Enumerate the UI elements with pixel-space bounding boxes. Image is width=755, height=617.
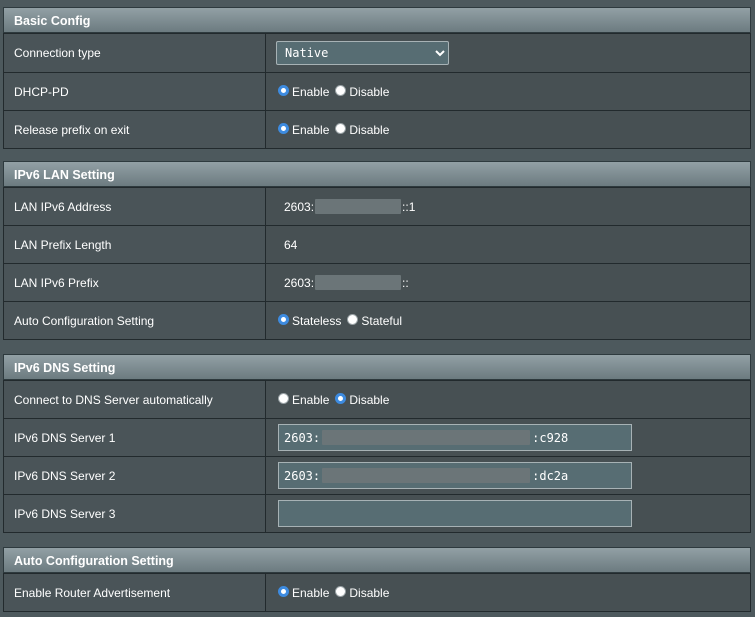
connection-type-select[interactable]: Native — [276, 41, 449, 65]
auto-configuration-row: Auto Configuration Setting Stateless Sta… — [3, 301, 751, 340]
dhcp-pd-label: DHCP-PD — [3, 72, 266, 111]
router-advertisement-radio-group: Enable Disable — [278, 586, 750, 600]
dhcp-pd-enable-label[interactable]: Enable — [292, 85, 329, 99]
connection-type-row: Connection type Native — [3, 33, 751, 73]
dns-server-2-row: IPv6 DNS Server 2 2603: :dc2a — [3, 456, 751, 495]
auto-configuration-header: Auto Configuration Setting — [3, 547, 751, 573]
dns-server-2-label: IPv6 DNS Server 2 — [3, 456, 266, 495]
lan-ipv6-address-prefix: 2603: — [284, 199, 315, 214]
lan-ipv6-prefix-value: 2603: :: — [278, 275, 750, 290]
dns-server-1-label: IPv6 DNS Server 1 — [3, 418, 266, 457]
router-advertisement-label: Enable Router Advertisement — [3, 573, 266, 612]
dns-server-1-row: IPv6 DNS Server 1 2603: :c928 — [3, 418, 751, 457]
basic-config-table: Connection type Native DHCP-PD Enable Di… — [3, 33, 751, 149]
auto-configuration-radio-group: Stateless Stateful — [278, 314, 750, 328]
release-prefix-enable-radio[interactable] — [278, 123, 289, 134]
dns-auto-row: Connect to DNS Server automatically Enab… — [3, 380, 751, 419]
lan-prefix-length-label: LAN Prefix Length — [3, 225, 266, 264]
release-prefix-cell: Enable Disable — [265, 110, 751, 149]
release-prefix-row: Release prefix on exit Enable Disable — [3, 110, 751, 149]
lan-ipv6-prefix-start: 2603: — [284, 275, 315, 290]
redacted-mask — [315, 275, 402, 290]
dns-server-1-cell: 2603: :c928 — [265, 418, 751, 457]
router-adv-enable-label[interactable]: Enable — [292, 586, 329, 600]
ipv6-lan-header: IPv6 LAN Setting — [3, 161, 751, 187]
lan-ipv6-prefix-cell: 2603: :: — [265, 263, 751, 302]
redacted-mask — [315, 199, 402, 214]
dns-auto-disable-radio[interactable] — [335, 393, 347, 404]
dhcp-pd-row: DHCP-PD Enable Disable — [3, 72, 751, 111]
basic-config-section: Basic Config Connection type Native DHCP… — [3, 7, 751, 149]
lan-prefix-length-row: LAN Prefix Length 64 — [3, 225, 751, 264]
dns-auto-enable-radio[interactable] — [278, 393, 289, 404]
dhcp-pd-disable-label[interactable]: Disable — [349, 85, 389, 99]
lan-ipv6-address-suffix: ::1 — [402, 199, 416, 214]
basic-config-header: Basic Config — [3, 7, 751, 33]
ipv6-dns-header: IPv6 DNS Setting — [3, 354, 751, 380]
release-prefix-disable-radio[interactable] — [335, 123, 347, 134]
dns-auto-radio-group: Enable Disable — [278, 393, 750, 407]
stateful-radio[interactable] — [347, 314, 359, 325]
dhcp-pd-cell: Enable Disable — [265, 72, 751, 111]
dns-server-2-input[interactable]: 2603: :dc2a — [278, 462, 632, 489]
lan-ipv6-prefix-row: LAN IPv6 Prefix 2603: :: — [3, 263, 751, 302]
auto-configuration-section: Auto Configuration Setting Enable Router… — [3, 547, 751, 612]
dns-server-2-cell: 2603: :dc2a — [265, 456, 751, 495]
lan-ipv6-address-cell: 2603: ::1 — [265, 187, 751, 226]
stateful-label[interactable]: Stateful — [361, 314, 402, 328]
release-prefix-enable-label[interactable]: Enable — [292, 123, 329, 137]
dhcp-pd-disable-radio[interactable] — [335, 85, 347, 96]
auto-configuration-label: Auto Configuration Setting — [3, 301, 266, 340]
redacted-mask — [322, 468, 531, 483]
dhcp-pd-enable-radio[interactable] — [278, 85, 289, 96]
auto-configuration-cell: Stateless Stateful — [265, 301, 751, 340]
router-adv-enable-radio[interactable] — [278, 586, 289, 597]
dns-auto-cell: Enable Disable — [265, 380, 751, 419]
connection-type-label: Connection type — [3, 33, 266, 73]
dns-server-3-input[interactable] — [278, 500, 632, 527]
lan-ipv6-address-value: 2603: ::1 — [278, 199, 750, 214]
connection-type-cell: Native — [265, 33, 751, 73]
dns-server-2-prefix: 2603: — [284, 468, 321, 483]
dns-server-3-cell — [265, 494, 751, 533]
dns-auto-label: Connect to DNS Server automatically — [3, 380, 266, 419]
dns-server-2-suffix: :dc2a — [532, 468, 569, 483]
auto-configuration-table: Enable Router Advertisement Enable Disab… — [3, 573, 751, 612]
ipv6-lan-table: LAN IPv6 Address 2603: ::1 LAN Prefix Le… — [3, 187, 751, 340]
lan-prefix-length-value: 64 — [284, 237, 298, 252]
stateless-label[interactable]: Stateless — [292, 314, 341, 328]
dhcp-pd-radio-group: Enable Disable — [278, 85, 750, 99]
release-prefix-label: Release prefix on exit — [3, 110, 266, 149]
dns-auto-enable-label[interactable]: Enable — [292, 393, 329, 407]
release-prefix-radio-group: Enable Disable — [278, 123, 750, 137]
dns-server-3-row: IPv6 DNS Server 3 — [3, 494, 751, 533]
ipv6-lan-section: IPv6 LAN Setting LAN IPv6 Address 2603: … — [3, 161, 751, 340]
lan-prefix-length-cell: 64 — [265, 225, 751, 264]
router-advertisement-row: Enable Router Advertisement Enable Disab… — [3, 573, 751, 612]
router-advertisement-cell: Enable Disable — [265, 573, 751, 612]
stateless-radio[interactable] — [278, 314, 289, 325]
dns-server-1-input[interactable]: 2603: :c928 — [278, 424, 632, 451]
lan-ipv6-prefix-label: LAN IPv6 Prefix — [3, 263, 266, 302]
router-adv-disable-label[interactable]: Disable — [349, 586, 389, 600]
ipv6-dns-section: IPv6 DNS Setting Connect to DNS Server a… — [3, 354, 751, 533]
router-adv-disable-radio[interactable] — [335, 586, 347, 597]
lan-ipv6-address-row: LAN IPv6 Address 2603: ::1 — [3, 187, 751, 226]
dns-server-1-prefix: 2603: — [284, 430, 321, 445]
dns-server-3-label: IPv6 DNS Server 3 — [3, 494, 266, 533]
redacted-mask — [322, 430, 531, 445]
release-prefix-disable-label[interactable]: Disable — [349, 123, 389, 137]
lan-ipv6-prefix-end: :: — [402, 275, 409, 290]
dns-auto-disable-label[interactable]: Disable — [349, 393, 389, 407]
lan-ipv6-address-label: LAN IPv6 Address — [3, 187, 266, 226]
dns-server-1-suffix: :c928 — [532, 430, 569, 445]
ipv6-dns-table: Connect to DNS Server automatically Enab… — [3, 380, 751, 533]
